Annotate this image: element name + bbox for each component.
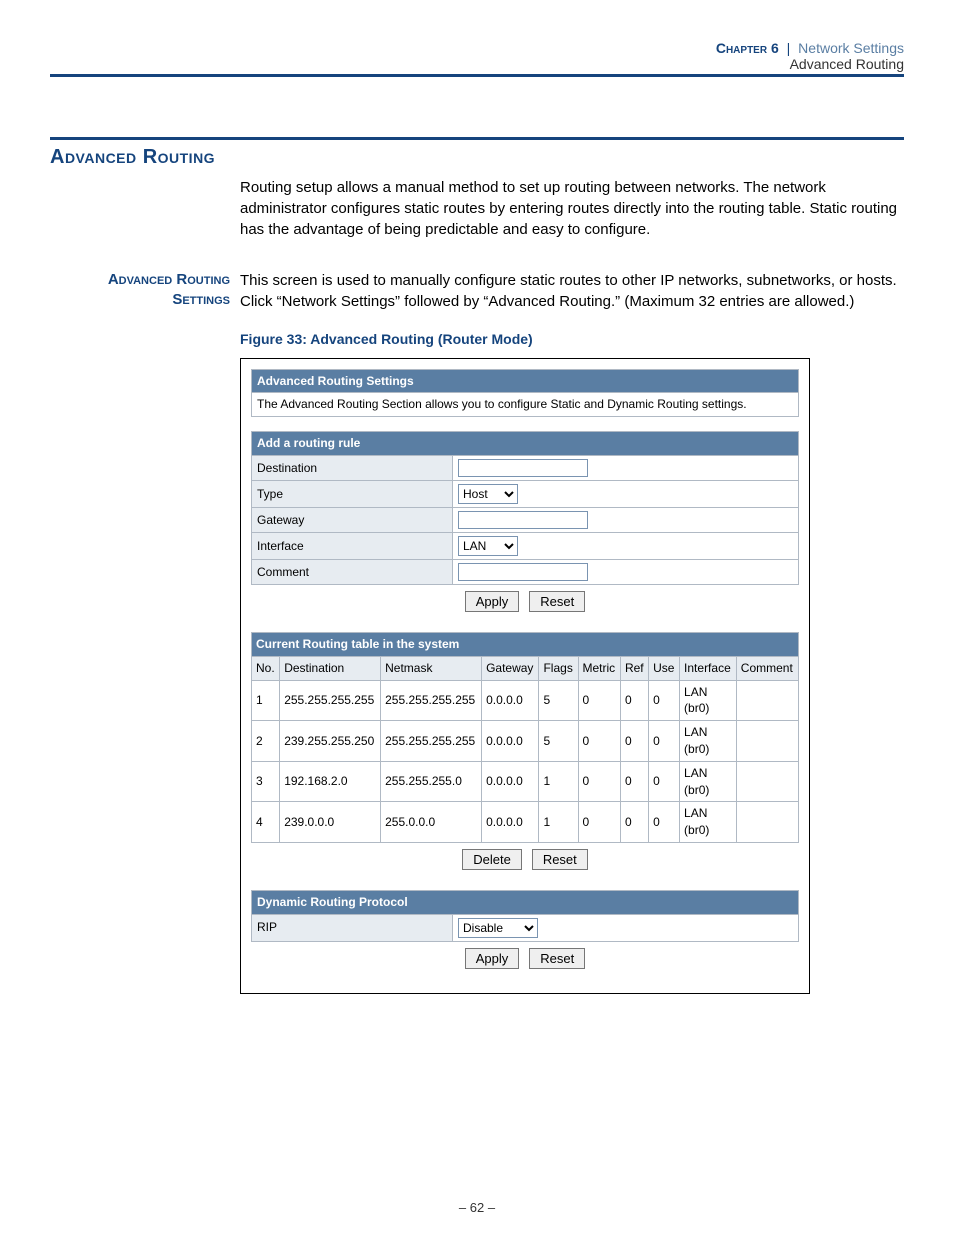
routing-table: Current Routing table in the system No. …	[251, 632, 799, 843]
table-cell: 5	[539, 680, 578, 721]
table-cell: 0	[649, 721, 680, 762]
col-use: Use	[649, 656, 680, 680]
col-metric: Metric	[578, 656, 620, 680]
destination-label: Destination	[252, 455, 453, 480]
table-cell: 1	[539, 761, 578, 802]
table-cell: 239.255.255.250	[280, 721, 381, 762]
col-ref: Ref	[620, 656, 648, 680]
table-cell: 0	[649, 680, 680, 721]
table-cell: LAN(br0)	[680, 761, 737, 802]
add-rule-header: Add a routing rule	[252, 432, 799, 456]
section-title: Advanced Routing	[50, 146, 904, 169]
figure-caption: Figure 33: Advanced Routing (Router Mode…	[240, 330, 904, 350]
table-cell: 0	[620, 680, 648, 721]
col-no: No.	[252, 656, 280, 680]
drp-header: Dynamic Routing Protocol	[252, 890, 799, 914]
routing-table-header: Current Routing table in the system	[252, 632, 799, 656]
header-separator: |	[783, 40, 795, 56]
table-cell: 0	[578, 680, 620, 721]
table-cell: 255.255.255.255	[280, 680, 381, 721]
table-cell: 0	[620, 802, 648, 843]
intro-paragraph: Routing setup allows a manual method to …	[240, 177, 904, 240]
subsection-label: Advanced Routing	[50, 56, 904, 74]
type-select[interactable]: Host	[458, 484, 518, 504]
routing-table-columns: No. Destination Netmask Gateway Flags Me…	[252, 656, 799, 680]
gateway-label: Gateway	[252, 507, 453, 532]
col-gateway: Gateway	[482, 656, 539, 680]
page-number: – 62 –	[0, 1200, 954, 1215]
reset-button-2[interactable]: Reset	[532, 849, 588, 870]
apply-button[interactable]: Apply	[465, 591, 520, 612]
table-cell: 192.168.2.0	[280, 761, 381, 802]
interface-select[interactable]: LAN	[458, 536, 518, 556]
table-cell: 0	[578, 761, 620, 802]
table-cell: 5	[539, 721, 578, 762]
comment-label: Comment	[252, 559, 453, 584]
chapter-label: Chapter 6	[716, 40, 779, 56]
col-interface: Interface	[680, 656, 737, 680]
col-flags: Flags	[539, 656, 578, 680]
comment-input[interactable]	[458, 563, 588, 581]
table-row: 3192.168.2.0255.255.255.00.0.0.01000LAN(…	[252, 761, 799, 802]
reset-button-3[interactable]: Reset	[529, 948, 585, 969]
table-cell: 255.0.0.0	[381, 802, 482, 843]
ars-header: Advanced Routing Settings	[252, 369, 799, 393]
reset-button[interactable]: Reset	[529, 591, 585, 612]
table-cell: 0	[649, 802, 680, 843]
drp-table: Dynamic Routing Protocol RIP Disable	[251, 890, 799, 942]
ars-description: The Advanced Routing Section allows you …	[252, 393, 799, 417]
page-header: Chapter 6 | Network Settings Advanced Ro…	[50, 0, 904, 77]
table-row: 2239.255.255.250255.255.255.2550.0.0.050…	[252, 721, 799, 762]
table-cell: 0	[649, 761, 680, 802]
table-cell: 0	[620, 721, 648, 762]
table-cell: 255.255.255.255	[381, 680, 482, 721]
table-cell	[736, 680, 798, 721]
table-cell: 0	[620, 761, 648, 802]
table-cell	[736, 761, 798, 802]
table-row: 4239.0.0.0255.0.0.00.0.0.01000LAN(br0)	[252, 802, 799, 843]
rip-label: RIP	[252, 914, 453, 941]
table-cell: 0.0.0.0	[482, 680, 539, 721]
table-cell	[736, 802, 798, 843]
table-cell: 1	[539, 802, 578, 843]
table-cell: 2	[252, 721, 280, 762]
table-cell: 4	[252, 802, 280, 843]
table-cell: 3	[252, 761, 280, 802]
interface-label: Interface	[252, 532, 453, 559]
table-cell: 0.0.0.0	[482, 761, 539, 802]
table-cell: LAN(br0)	[680, 802, 737, 843]
ars-table: Advanced Routing Settings The Advanced R…	[251, 369, 799, 418]
section-label: Network Settings	[798, 40, 904, 56]
col-netmask: Netmask	[381, 656, 482, 680]
add-rule-table: Add a routing rule Destination Type Host	[251, 431, 799, 585]
gateway-input[interactable]	[458, 511, 588, 529]
destination-input[interactable]	[458, 459, 588, 477]
table-cell: 255.255.255.0	[381, 761, 482, 802]
table-cell: LAN(br0)	[680, 680, 737, 721]
table-cell: 0.0.0.0	[482, 802, 539, 843]
type-label: Type	[252, 480, 453, 507]
col-comment: Comment	[736, 656, 798, 680]
delete-button[interactable]: Delete	[462, 849, 522, 870]
table-cell: 255.255.255.255	[381, 721, 482, 762]
col-destination: Destination	[280, 656, 381, 680]
side-label-line2: Settings	[50, 290, 230, 310]
screenshot-panel: Advanced Routing Settings The Advanced R…	[240, 358, 810, 994]
settings-paragraph: This screen is used to manually configur…	[240, 270, 904, 312]
rip-select[interactable]: Disable	[458, 918, 538, 938]
apply-button-2[interactable]: Apply	[465, 948, 520, 969]
table-row: 1255.255.255.255255.255.255.2550.0.0.050…	[252, 680, 799, 721]
side-label-line1: Advanced Routing	[50, 270, 230, 290]
table-cell	[736, 721, 798, 762]
table-cell: 0	[578, 721, 620, 762]
table-cell: 0	[578, 802, 620, 843]
table-cell: 239.0.0.0	[280, 802, 381, 843]
table-cell: 0.0.0.0	[482, 721, 539, 762]
table-cell: 1	[252, 680, 280, 721]
table-cell: LAN(br0)	[680, 721, 737, 762]
